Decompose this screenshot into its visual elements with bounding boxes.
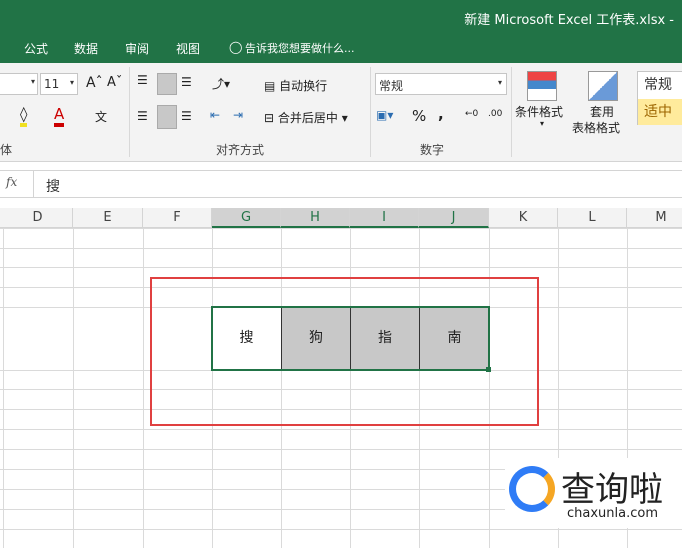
font-color-icon[interactable]: A — [54, 105, 65, 127]
conditional-format-button[interactable]: 条件格式 — [515, 103, 563, 120]
wrap-text-button[interactable]: ▤ 自动换行 — [264, 77, 327, 94]
window-title: 新建 Microsoft Excel 工作表.xlsx - — [464, 13, 674, 28]
watermark-text: 查询啦 — [561, 470, 663, 510]
gridline-horizontal — [0, 228, 682, 229]
divider — [129, 67, 130, 157]
column-header-l[interactable]: L — [558, 208, 627, 228]
column-header-k[interactable]: K — [489, 208, 558, 228]
align-bottom-icon[interactable]: ☰ — [181, 75, 192, 89]
conditional-format-icon — [527, 71, 557, 101]
align-left-icon[interactable]: ☰ — [137, 109, 148, 123]
lightbulb-icon: ◯ — [229, 40, 243, 54]
column-header-d[interactable]: D — [3, 208, 73, 228]
number-group-label: 数字 — [420, 143, 445, 157]
table-format-icon — [588, 71, 618, 101]
column-header-j[interactable]: J — [419, 208, 489, 228]
font-size-select[interactable]: 11 ▾ — [40, 73, 78, 95]
column-header-i[interactable]: I — [350, 208, 419, 228]
tab-view[interactable]: 视图 — [176, 40, 200, 57]
cell-styles-gallery: 常规 适中 — [637, 71, 682, 125]
merge-center-button[interactable]: ⊟ 合并后居中 ▾ — [264, 109, 348, 126]
percent-button[interactable]: % — [412, 107, 426, 125]
gridline-horizontal — [0, 248, 682, 249]
table-format-label: 套用 — [590, 105, 615, 119]
tell-me-input[interactable]: 告诉我您想要做什么... — [245, 40, 355, 56]
gridline-horizontal — [0, 429, 682, 430]
highlight-box — [150, 277, 539, 426]
title-bar: 新建 Microsoft Excel 工作表.xlsx - — [0, 0, 682, 36]
grow-font-button[interactable]: Aˆ — [86, 75, 103, 91]
increase-indent-icon[interactable]: ⇥ — [233, 108, 243, 122]
watermark-url: chaxunla.com — [567, 506, 658, 521]
orientation-icon[interactable]: ⤴▾ — [212, 75, 230, 92]
align-center-icon[interactable] — [157, 105, 177, 129]
font-name-select[interactable]: ▾ — [0, 73, 38, 95]
gridline-horizontal — [0, 267, 682, 268]
formula-input[interactable]: 搜 — [46, 176, 60, 196]
font-group-label: 体 — [0, 143, 13, 157]
gridline-horizontal — [0, 529, 682, 530]
shrink-font-button[interactable]: Aˇ — [107, 75, 122, 90]
divider — [511, 67, 512, 157]
ribbon-tabs: 公式 数据 审阅 视图 ◯ 告诉我您想要做什么... — [0, 36, 682, 63]
align-right-icon[interactable]: ☰ — [181, 109, 192, 123]
comma-button[interactable]: , — [438, 105, 444, 123]
tab-data[interactable]: 数据 — [74, 40, 98, 57]
align-top-icon[interactable]: ☰ — [137, 73, 148, 87]
gridline-vertical — [3, 228, 4, 548]
watermark-logo-icon — [509, 466, 555, 512]
number-format-select[interactable]: 常规 ▾ — [375, 73, 507, 95]
phonetic-icon[interactable]: 文 — [95, 108, 107, 125]
format-as-table-button[interactable]: 表格格式 — [572, 119, 620, 136]
column-header-g[interactable]: G — [212, 208, 281, 228]
currency-icon[interactable]: ▣▾ — [376, 108, 393, 122]
divider — [370, 67, 371, 157]
column-header-h[interactable]: H — [281, 208, 350, 228]
column-header-e[interactable]: E — [73, 208, 143, 228]
gridline-horizontal — [0, 449, 682, 450]
gridline-vertical — [143, 228, 144, 548]
watermark: 查询啦 chaxunla.com — [505, 458, 682, 528]
wrap-text-icon: ▤ — [264, 79, 276, 93]
tab-formulas[interactable]: 公式 — [24, 40, 48, 57]
column-headers: D E F G H I J K L M — [0, 208, 682, 228]
ribbon: ▾ 11 ▾ Aˆ Aˇ ◊ A 文 体 ☰ ☰ ⤴▾ ☰ ☰ ⇤ ⇥ ▤ 自动换… — [0, 63, 682, 162]
column-header-m[interactable]: M — [627, 208, 682, 228]
align-middle-icon[interactable] — [157, 73, 177, 95]
gridline-vertical — [73, 228, 74, 548]
style-normal[interactable]: 常规 — [638, 72, 682, 98]
style-neutral[interactable]: 适中 — [638, 99, 682, 125]
decrease-decimal-icon[interactable]: .00 — [488, 109, 502, 119]
formula-bar: fx 搜 — [0, 170, 682, 198]
tab-review[interactable]: 审阅 — [125, 40, 149, 57]
decrease-indent-icon[interactable]: ⇤ — [210, 108, 220, 122]
align-group-label: 对齐方式 — [216, 143, 265, 157]
merge-icon: ⊟ — [264, 111, 275, 125]
column-header-f[interactable]: F — [143, 208, 212, 228]
increase-decimal-icon[interactable]: ←0 — [465, 109, 478, 119]
fill-color-icon[interactable]: ◊ — [20, 105, 28, 127]
fx-icon[interactable]: fx — [6, 175, 17, 189]
